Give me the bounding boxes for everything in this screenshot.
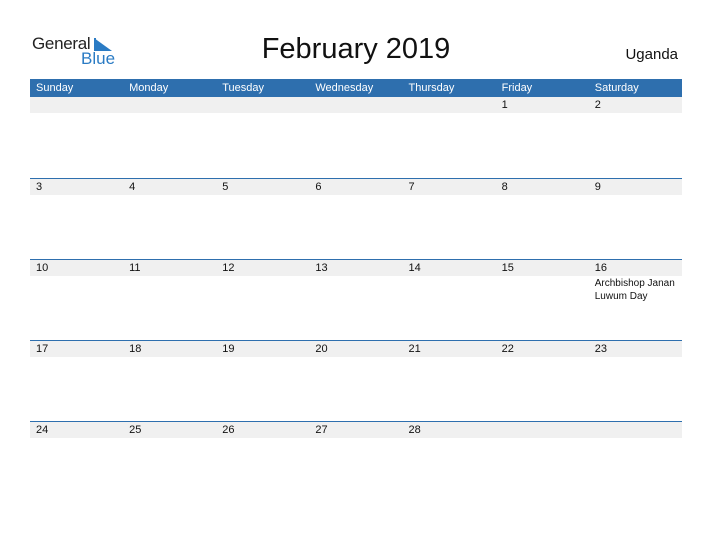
holiday-event (309, 113, 402, 114)
holiday-event (403, 195, 496, 196)
day-number: 26 (222, 424, 235, 436)
week-row: 12 (30, 97, 682, 178)
holiday-event (589, 195, 682, 196)
day-number-strip: 10 11 12 13 14 15 16 (30, 260, 682, 276)
holiday-event (30, 113, 123, 114)
day-number: 4 (129, 181, 136, 193)
day-number: 2 (594, 99, 601, 111)
week-row: 24 25 26 27 28 (30, 421, 682, 502)
day-number (589, 422, 682, 438)
country-label: Uganda (625, 46, 678, 63)
holiday-event (589, 438, 682, 439)
day-number: 25 (129, 424, 142, 436)
day-number: 3 (36, 181, 43, 193)
day-number: 20 (315, 343, 328, 355)
week-row: 17 18 19 20 21 22 23 (30, 340, 682, 421)
holiday-event (30, 195, 123, 196)
day-number (309, 97, 402, 113)
day-number: 24 (36, 424, 49, 436)
weekday-tuesday: Tuesday (222, 82, 265, 94)
holiday-event (123, 438, 216, 439)
day-number: 5 (222, 181, 229, 193)
calendar-weeks: 1 2 3 4 5 6 7 8 9 10 11 12 13 14 15 16 Archbishop Janan … (30, 97, 682, 502)
day-number: 11 (129, 262, 141, 274)
day-number (30, 97, 123, 113)
holiday-event (30, 276, 123, 303)
day-number: 1 (501, 99, 508, 111)
day-number: 15 (501, 262, 514, 274)
day-number (496, 422, 589, 438)
holiday-event (216, 438, 309, 439)
day-number: 7 (408, 181, 415, 193)
holiday-event (309, 195, 402, 196)
weekday-friday: Friday (501, 82, 533, 94)
holiday-event (123, 357, 216, 358)
holiday-event (309, 438, 402, 439)
day-number-strip: 3 4 5 6 7 8 9 (30, 179, 682, 195)
holiday-event (309, 276, 402, 303)
day-number-strip: 17 18 19 20 21 22 23 (30, 341, 682, 357)
holiday-event (496, 357, 589, 358)
holiday-event: Archbishop Janan Luwum Day (594, 278, 675, 302)
holiday-event (30, 357, 123, 358)
holiday-event (216, 113, 309, 114)
page-title: February 2019 (261, 33, 451, 65)
holiday-event (496, 195, 589, 196)
holiday-event (403, 276, 496, 303)
weekday-saturday: Saturday (594, 82, 639, 94)
day-number: 21 (408, 343, 421, 355)
holiday-event (309, 357, 402, 358)
day-number (123, 97, 216, 113)
week-row: 3 4 5 6 7 8 9 (30, 178, 682, 259)
holiday-event (496, 276, 589, 303)
day-number: 28 (408, 424, 421, 436)
holiday-event (123, 195, 216, 196)
events-row (30, 195, 682, 196)
day-number: 17 (36, 343, 49, 355)
day-number: 10 (36, 262, 49, 274)
day-number-strip: 24 25 26 27 28 (30, 422, 682, 438)
holiday-event (216, 195, 309, 196)
weekday-wednesday: Wednesday (315, 82, 374, 94)
day-number: 6 (315, 181, 322, 193)
holiday-event (403, 357, 496, 358)
day-number: 22 (501, 343, 514, 355)
holiday-event (589, 113, 682, 114)
holiday-event (123, 113, 216, 114)
events-row: Archbishop Janan Luwum Day (30, 276, 682, 303)
holiday-event (403, 438, 496, 439)
weekday-thursday: Thursday (408, 82, 455, 94)
day-number (216, 97, 309, 113)
week-row: 10 11 12 13 14 15 16 Archbishop Janan Luwum Day (30, 259, 682, 340)
holiday-event (216, 357, 309, 358)
day-number: 14 (408, 262, 421, 274)
day-number: 18 (129, 343, 142, 355)
weekday-header: Sunday Monday Tuesday Wednesday Thursday… (30, 79, 682, 97)
holiday-event (216, 276, 309, 303)
day-number: 23 (594, 343, 607, 355)
day-number: 12 (222, 262, 235, 274)
day-number: 27 (315, 424, 328, 436)
events-row (30, 438, 682, 439)
day-number: 13 (315, 262, 328, 274)
day-number: 16 (594, 262, 607, 274)
holiday-event (123, 276, 216, 303)
holiday-event (496, 113, 589, 114)
weekday-monday: Monday (129, 82, 169, 94)
events-row (30, 113, 682, 114)
holiday-event (589, 357, 682, 358)
day-number: 8 (501, 181, 508, 193)
holiday-event (496, 438, 589, 439)
weekday-sunday: Sunday (36, 82, 74, 94)
day-number (403, 97, 496, 113)
day-number: 9 (594, 181, 601, 193)
holiday-event (30, 438, 123, 439)
calendar-grid: Sunday Monday Tuesday Wednesday Thursday… (30, 79, 682, 502)
day-number: 19 (222, 343, 235, 355)
events-row (30, 357, 682, 358)
holiday-event (403, 113, 496, 114)
day-number-strip: 12 (30, 97, 682, 113)
